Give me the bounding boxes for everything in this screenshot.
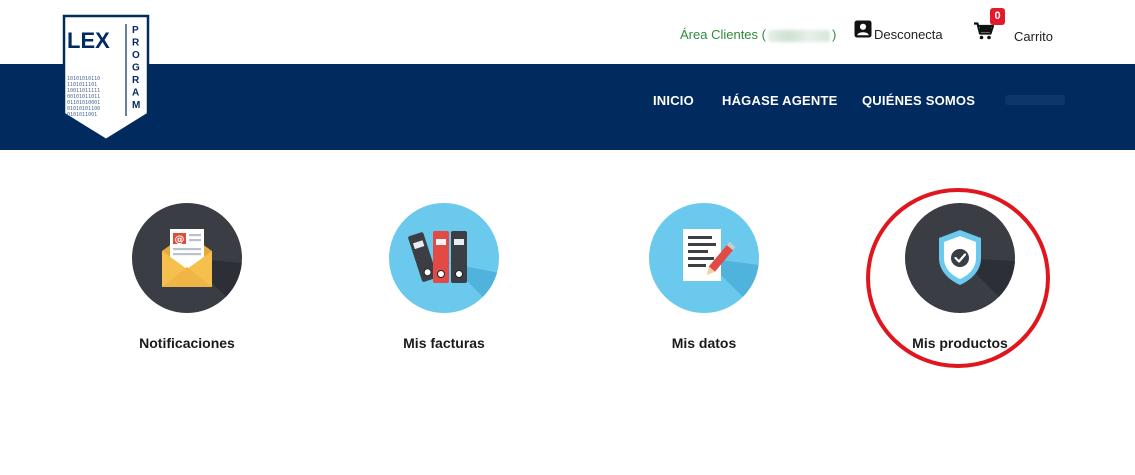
nav-faded-item <box>1005 95 1065 105</box>
binders-icon <box>408 231 499 313</box>
client-area-label: Área Clientes ( <box>680 27 766 42</box>
logo-lex-text: LEX <box>67 28 110 53</box>
tile-mis-datos[interactable]: Mis datos <box>604 203 804 351</box>
logo-vertical-letter: P <box>132 25 139 36</box>
tile-label: Notificaciones <box>139 335 235 351</box>
lex-program-logo[interactable]: LEX 101010101101101011101100110111110010… <box>62 14 150 144</box>
disconnect-label: Desconecta <box>874 27 943 42</box>
client-area-link[interactable]: Área Clientes () <box>680 27 836 42</box>
logo-binary-line: 0101011001 <box>67 112 97 118</box>
tile-label: Mis datos <box>671 335 737 351</box>
disconnect-link[interactable]: Desconecta <box>854 20 943 42</box>
tile-notificaciones[interactable]: @ Notificaciones <box>87 203 287 351</box>
user-card-icon <box>854 20 872 38</box>
logo-vertical-letter: O <box>132 50 140 61</box>
notificaciones-circle: @ <box>132 203 242 313</box>
facturas-circle <box>389 203 499 313</box>
productos-circle <box>905 203 1015 313</box>
main-navbar: INICIO HÁGASE AGENTE QUIÉNES SOMOS <box>0 64 1135 150</box>
nav-item-inicio[interactable]: INICIO <box>653 93 694 108</box>
document-edit-icon <box>683 229 759 313</box>
tile-label: Mis productos <box>912 335 1008 351</box>
logo-vertical-letter: A <box>132 88 139 99</box>
logo-vertical-letter: R <box>132 38 140 49</box>
svg-text:@: @ <box>175 235 185 246</box>
cart-count-badge: 0 <box>990 8 1005 25</box>
nav-item-quienes-somos[interactable]: QUIÉNES SOMOS <box>862 93 975 108</box>
shield-check-icon <box>939 230 1015 313</box>
nav-item-hagase-agente[interactable]: HÁGASE AGENTE <box>722 93 838 108</box>
tile-mis-facturas[interactable]: Mis facturas <box>344 203 544 351</box>
logo-vertical-letter: G <box>132 63 140 74</box>
tile-mis-productos[interactable]: Mis productos <box>860 203 1060 351</box>
datos-circle <box>649 203 759 313</box>
mail-icon: @ <box>162 229 242 313</box>
blurred-client-id <box>767 29 830 42</box>
top-utility-bar: Área Clientes () Desconecta 0 Carrito <box>0 0 1135 64</box>
logo-vertical-letter: M <box>132 100 140 111</box>
cart-label: Carrito <box>1014 29 1054 44</box>
logo-vertical-letter: R <box>132 75 140 86</box>
tile-label: Mis facturas <box>403 335 485 351</box>
client-area-close-paren: ) <box>831 27 837 42</box>
